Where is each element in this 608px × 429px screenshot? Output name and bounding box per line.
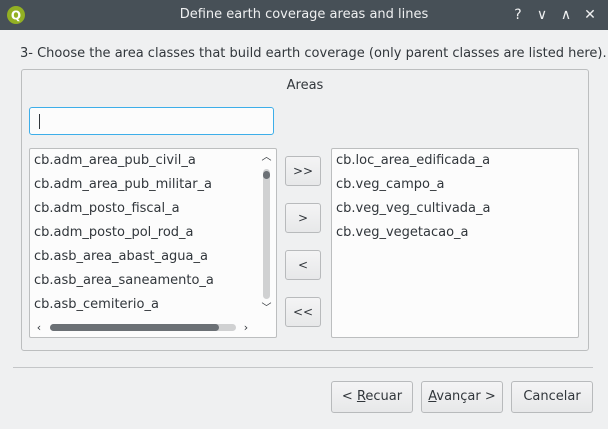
areas-groupbox: Areas cb.adm_area_pub_civil_a cb.adm_are… xyxy=(21,69,589,351)
back-button-label: ecuar xyxy=(365,389,403,404)
filter-input[interactable] xyxy=(29,107,274,135)
list-item[interactable]: cb.asb_cemiterio_a xyxy=(34,297,159,312)
list-item[interactable]: cb.veg_vegetacao_a xyxy=(336,225,469,240)
list-item[interactable]: cb.veg_veg_cultivada_a xyxy=(336,201,490,216)
list-item[interactable]: cb.veg_campo_a xyxy=(336,177,444,192)
cancel-button[interactable]: Cancelar xyxy=(511,381,593,413)
next-button-label: vançar > xyxy=(436,389,496,404)
selected-classes-list[interactable]: cb.loc_area_edificada_a cb.veg_campo_a c… xyxy=(331,148,579,338)
scroll-up-icon[interactable]: ︿ xyxy=(260,152,273,164)
add-all-button[interactable]: >> xyxy=(285,156,321,186)
list-item[interactable]: cb.loc_area_edificada_a xyxy=(336,153,490,168)
list-item[interactable]: cb.adm_posto_pol_rod_a xyxy=(34,225,194,240)
back-button-prefix: < xyxy=(341,389,357,404)
vertical-scrollbar[interactable]: ︿ ﹀ xyxy=(260,152,273,316)
footer-separator xyxy=(13,367,593,368)
maximize-button[interactable]: ∧ xyxy=(556,5,576,25)
list-item[interactable]: cb.asb_area_saneamento_a xyxy=(34,273,214,288)
vertical-scroll-track[interactable] xyxy=(263,169,270,299)
vertical-scroll-thumb[interactable] xyxy=(263,171,270,179)
close-button[interactable]: ✕ xyxy=(580,5,600,25)
instruction-text: 3- Choose the area classes that build ea… xyxy=(20,46,607,61)
horizontal-scroll-thumb[interactable] xyxy=(50,324,219,331)
title-bar: Q Define earth coverage areas and lines … xyxy=(0,0,608,30)
list-item[interactable]: cb.adm_area_pub_civil_a xyxy=(34,153,196,168)
list-item[interactable]: cb.asb_area_abast_agua_a xyxy=(34,249,208,264)
help-button[interactable]: ? xyxy=(508,5,528,25)
list-item[interactable]: cb.adm_posto_fiscal_a xyxy=(34,201,180,216)
minimize-button[interactable]: ∨ xyxy=(532,5,552,25)
text-caret xyxy=(39,114,40,129)
scroll-left-icon[interactable]: ‹ xyxy=(33,321,45,334)
next-button[interactable]: Avançar > xyxy=(421,381,503,413)
list-item[interactable]: cb.adm_area_pub_militar_a xyxy=(34,177,212,192)
available-classes-list[interactable]: cb.adm_area_pub_civil_a cb.adm_area_pub_… xyxy=(29,148,277,338)
scroll-down-icon[interactable]: ﹀ xyxy=(260,303,273,315)
group-title: Areas xyxy=(286,78,324,93)
add-button[interactable]: > xyxy=(285,203,321,233)
horizontal-scroll-track[interactable] xyxy=(50,324,236,331)
remove-button[interactable]: < xyxy=(285,250,321,280)
remove-all-button[interactable]: << xyxy=(285,297,321,327)
scroll-right-icon[interactable]: › xyxy=(240,321,252,334)
horizontal-scrollbar[interactable]: ‹ › xyxy=(33,321,255,334)
back-button[interactable]: < Recuar xyxy=(331,381,413,413)
